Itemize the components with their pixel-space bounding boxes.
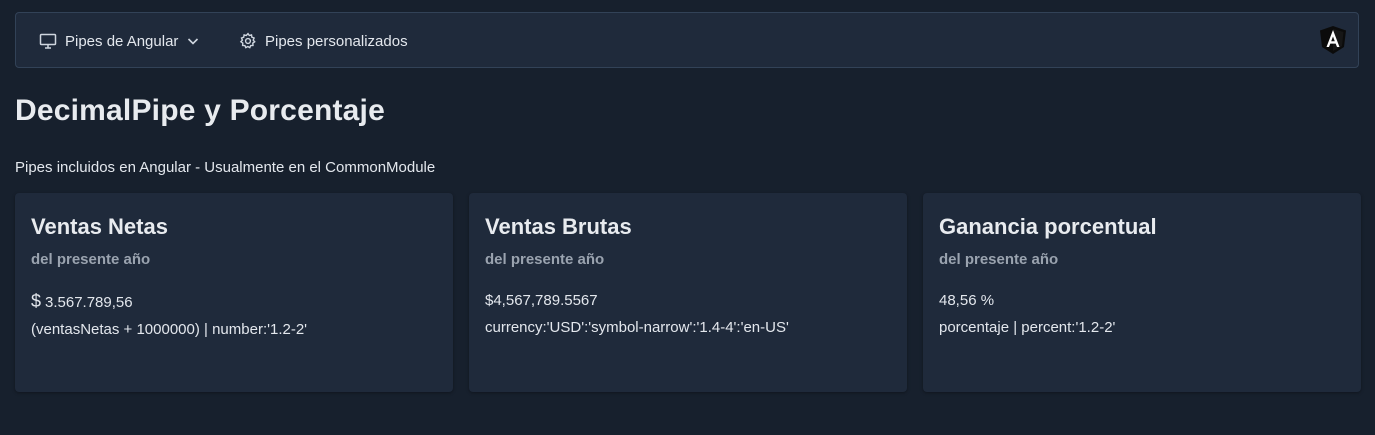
- card-value: 48,56 %: [939, 292, 995, 309]
- gear-icon: [239, 32, 257, 50]
- card-subtitle: del presente año: [485, 251, 605, 268]
- card-expression: porcentaje | percent:'1.2-2': [939, 319, 1116, 336]
- card-title: Ganancia porcentual: [939, 214, 1157, 239]
- menubar: Pipes de Angular Pipes personalizados: [15, 12, 1359, 68]
- menu-item-label: Pipes de Angular: [65, 32, 179, 50]
- card-subtitle: del presente año: [939, 251, 1059, 268]
- card-title: Ventas Netas: [31, 214, 168, 239]
- card-ventas-brutas: Ventas Brutas del presente año $4,567,78…: [469, 193, 907, 392]
- card-title: Ventas Brutas: [485, 214, 632, 239]
- card-value: $4,567,789.5567: [485, 292, 598, 309]
- card-expression: (ventasNetas + 1000000) | number:'1.2-2': [31, 321, 308, 338]
- desktop-icon: [39, 32, 57, 50]
- card-value: $3.567.789,56: [31, 290, 437, 314]
- page-subtitle: Pipes incluidos en Angular - Usualmente …: [15, 159, 436, 176]
- menu-item-pipes-personalizados[interactable]: Pipes personalizados: [239, 13, 408, 69]
- dollar-icon: $: [31, 291, 42, 311]
- card-ganancia-porcentual: Ganancia porcentual del presente año 48,…: [923, 193, 1361, 392]
- card-subtitle: del presente año: [31, 251, 151, 268]
- chevron-down-icon: [186, 34, 200, 48]
- menu-item-pipes-angular[interactable]: Pipes de Angular: [39, 13, 200, 69]
- card-value-number: 3.567.789,56: [45, 294, 133, 311]
- angular-logo: [1318, 25, 1348, 55]
- menu-item-label: Pipes personalizados: [265, 32, 408, 50]
- page-title: DecimalPipe y Porcentaje: [15, 94, 385, 127]
- card-ventas-netas: Ventas Netas del presente año $3.567.789…: [15, 193, 453, 392]
- card-expression: currency:'USD':'symbol-narrow':'1.4-4':'…: [485, 319, 789, 336]
